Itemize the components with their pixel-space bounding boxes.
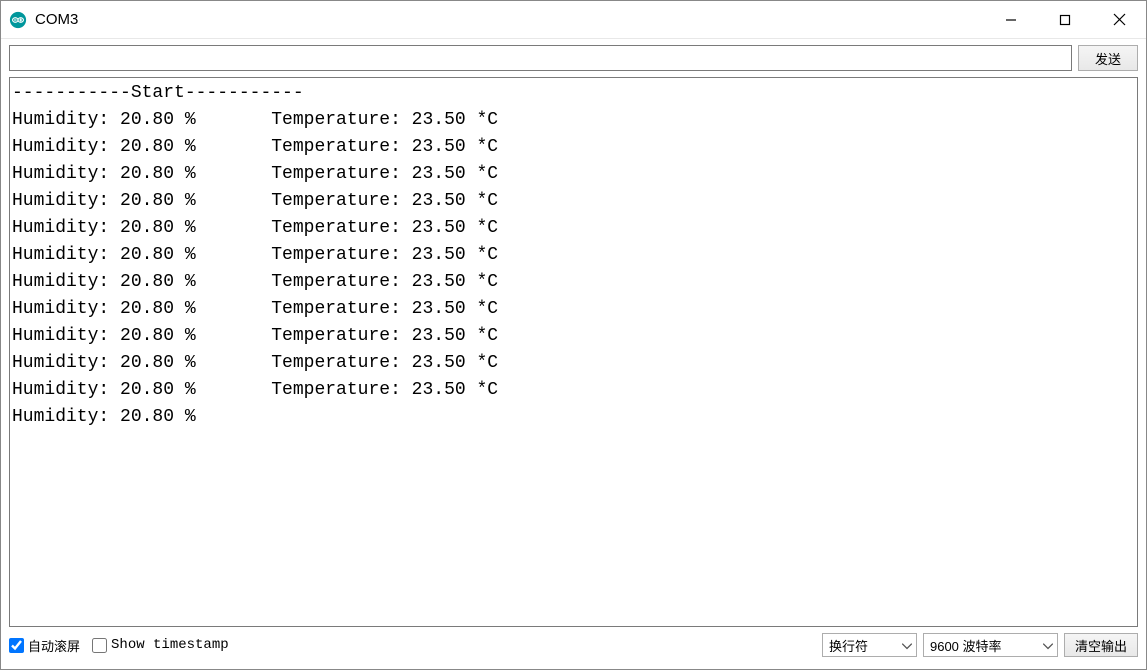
baud-rate-select[interactable]: 9600 波特率 — [923, 633, 1058, 657]
serial-output[interactable]: -----------Start----------- Humidity: 20… — [9, 77, 1138, 627]
autoscroll-checkbox[interactable] — [9, 638, 24, 653]
window-controls — [984, 1, 1146, 38]
window-title: COM3 — [35, 11, 984, 28]
chevron-down-icon — [1043, 638, 1053, 653]
arduino-app-icon — [9, 11, 27, 29]
autoscroll-checkbox-wrap[interactable]: 自动滚屏 — [9, 636, 80, 655]
timestamp-checkbox[interactable] — [92, 638, 107, 653]
send-toolbar: 发送 — [1, 39, 1146, 77]
maximize-button[interactable] — [1038, 1, 1092, 38]
minimize-button[interactable] — [984, 1, 1038, 38]
send-button[interactable]: 发送 — [1078, 45, 1138, 71]
chevron-down-icon — [902, 638, 912, 653]
bottom-toolbar: 自动滚屏 Show timestamp 换行符 9600 波特率 清空输出 — [1, 627, 1146, 663]
timestamp-checkbox-wrap[interactable]: Show timestamp — [92, 637, 229, 653]
window-titlebar: COM3 — [1, 1, 1146, 39]
line-ending-selected: 换行符 — [829, 636, 868, 655]
close-button[interactable] — [1092, 1, 1146, 38]
autoscroll-label: 自动滚屏 — [28, 636, 80, 655]
clear-output-button[interactable]: 清空输出 — [1064, 633, 1138, 657]
send-input[interactable] — [9, 45, 1072, 71]
line-ending-select[interactable]: 换行符 — [822, 633, 917, 657]
baud-rate-selected: 9600 波特率 — [930, 636, 1002, 655]
timestamp-label: Show timestamp — [111, 637, 229, 653]
